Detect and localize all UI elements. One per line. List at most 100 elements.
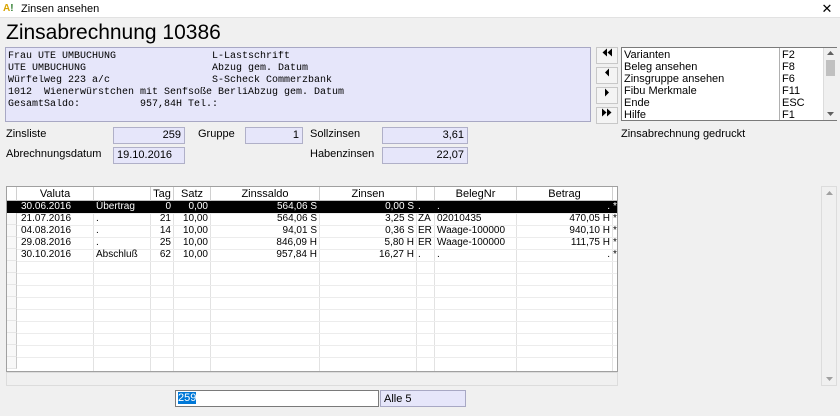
function-menu: Varianten F2 Beleg ansehen F8 Zinsgruppe a… bbox=[621, 47, 837, 121]
gruppe-label: Gruppe bbox=[198, 128, 235, 140]
cell-satz: 10,00 bbox=[182, 237, 208, 248]
scroll-down-icon bbox=[826, 377, 833, 381]
table-row[interactable]: 30.10.2016 Abschluß 62 10,00 957,84 H 16… bbox=[7, 249, 617, 261]
menu-item-key: ESC bbox=[782, 97, 805, 109]
menu-divider bbox=[779, 48, 780, 120]
cell-zinssaldo: 957,84 H bbox=[276, 249, 317, 260]
cell-text: Übertrag bbox=[96, 201, 135, 212]
cell-zinsen: 0,36 S bbox=[385, 225, 414, 236]
search-input[interactable]: 259 bbox=[175, 390, 379, 407]
prev-record-button[interactable] bbox=[596, 67, 618, 84]
sollzinsen-field: 3,61 bbox=[382, 127, 468, 144]
column-header-text[interactable] bbox=[94, 187, 151, 201]
row-header[interactable] bbox=[7, 321, 17, 333]
cell-satz: 10,00 bbox=[182, 249, 208, 260]
column-header-satz[interactable]: Satz bbox=[174, 187, 211, 201]
close-button[interactable]: ✕ bbox=[814, 0, 840, 18]
menu-item-key: F6 bbox=[782, 73, 795, 85]
row-header[interactable] bbox=[7, 261, 17, 273]
cell-flag: * bbox=[613, 213, 617, 224]
cell-valuta: 04.08.2016 bbox=[21, 225, 72, 236]
cell-zinsen: 0,00 S bbox=[385, 201, 414, 212]
cell-text: . bbox=[96, 237, 99, 248]
search-input-value: 259 bbox=[178, 392, 197, 404]
menu-item-label: Fibu Merkmale bbox=[624, 85, 697, 97]
row-header-corner bbox=[7, 187, 17, 201]
menu-scrollbar-thumb[interactable] bbox=[826, 60, 835, 76]
cell-type: ZA bbox=[418, 213, 431, 224]
cell-zinssaldo: 846,09 H bbox=[276, 237, 317, 248]
cell-type: ER bbox=[418, 237, 432, 248]
column-header-zinssaldo[interactable]: Zinssaldo bbox=[211, 187, 320, 201]
zinsliste-label: Zinsliste bbox=[6, 128, 47, 140]
last-record-button[interactable] bbox=[596, 107, 618, 124]
cell-flag: * bbox=[613, 225, 617, 236]
row-header[interactable] bbox=[7, 333, 17, 345]
page-title: Zinsabrechnung 10386 bbox=[6, 21, 221, 44]
next-record-button[interactable] bbox=[596, 87, 618, 104]
column-header-belegnr[interactable]: BelegNr bbox=[435, 187, 517, 201]
cell-belegnr: Waage-100000 bbox=[437, 225, 506, 236]
menu-item-beleg-ansehen[interactable]: Beleg ansehen F8 bbox=[624, 61, 795, 73]
cell-betrag: . bbox=[607, 249, 610, 260]
skip-first-icon bbox=[602, 48, 612, 57]
column-header-tag[interactable]: Tag bbox=[151, 187, 174, 201]
cell-satz: 0,00 bbox=[188, 201, 208, 212]
column-header-flag[interactable] bbox=[613, 187, 617, 201]
menu-item-zinsgruppe-ansehen[interactable]: Zinsgruppe ansehen F6 bbox=[624, 73, 795, 85]
cell-belegnr: . bbox=[437, 249, 440, 260]
interest-table[interactable]: Valuta Tag Satz Zinssaldo Zinsen BelegNr… bbox=[6, 186, 618, 372]
address-line: GesamtSaldo: 957,84H Tel.: bbox=[8, 99, 219, 110]
row-header[interactable] bbox=[7, 357, 17, 369]
scroll-up-icon bbox=[827, 51, 834, 55]
next-icon bbox=[605, 88, 609, 97]
column-header-valuta[interactable]: Valuta bbox=[17, 187, 94, 201]
cell-betrag: 470,05 H bbox=[569, 213, 610, 224]
column-header-zinsen[interactable]: Zinsen bbox=[320, 187, 417, 201]
row-header[interactable] bbox=[7, 285, 17, 297]
cell-betrag: 940,10 H bbox=[569, 225, 610, 236]
row-header[interactable] bbox=[7, 345, 17, 357]
cell-zinsen: 5,80 H bbox=[384, 237, 414, 248]
cell-valuta: 30.10.2016 bbox=[21, 249, 72, 260]
address-line: Frau UTE UMBUCHUNG L-Lastschrift bbox=[8, 51, 291, 62]
vertical-scrollbar[interactable] bbox=[821, 186, 837, 386]
cell-text: . bbox=[96, 225, 99, 236]
sollzinsen-label: Sollzinsen bbox=[310, 128, 361, 140]
row-header[interactable] bbox=[7, 309, 17, 321]
menu-item-key: F1 bbox=[782, 109, 795, 121]
skip-last-icon bbox=[602, 108, 612, 117]
menu-item-key: F11 bbox=[782, 85, 801, 97]
cell-flag: * bbox=[613, 237, 617, 248]
menu-item-varianten[interactable]: Varianten F2 bbox=[624, 49, 795, 61]
status-text: Zinsabrechnung gedruckt bbox=[621, 128, 746, 140]
cell-tag: 14 bbox=[159, 225, 171, 236]
cell-type: . bbox=[418, 249, 421, 260]
address-line: UTE UMBUCHUNG Abzug gem. Datum bbox=[8, 63, 309, 74]
table-row[interactable]: 21.07.2016 . 21 10,00 564,06 S 3,25 S ZA… bbox=[7, 213, 617, 225]
menu-item-key: F2 bbox=[782, 49, 795, 61]
menu-item-hilfe[interactable]: Hilfe F1 bbox=[624, 109, 795, 121]
scroll-down-icon bbox=[827, 112, 834, 116]
cell-tag: 25 bbox=[159, 237, 171, 248]
column-header-betrag[interactable]: Betrag bbox=[517, 187, 613, 201]
cell-flag: * bbox=[613, 201, 617, 212]
cell-satz: 10,00 bbox=[182, 225, 208, 236]
menu-item-label: Beleg ansehen bbox=[624, 61, 698, 73]
table-row[interactable]: 29.08.2016 . 25 10,00 846,09 H 5,80 H ER… bbox=[7, 237, 617, 249]
row-header[interactable] bbox=[7, 273, 17, 285]
horizontal-scrollbar[interactable] bbox=[6, 372, 618, 386]
menu-item-ende[interactable]: Ende ESC bbox=[624, 97, 805, 109]
row-header[interactable] bbox=[7, 297, 17, 309]
first-record-button[interactable] bbox=[596, 47, 618, 64]
table-row-selected[interactable]: 30.06.2016 Übertrag 0 0,00 564,06 S 0,00… bbox=[7, 201, 617, 213]
cell-belegnr: 02010435 bbox=[437, 213, 482, 224]
column-header-type[interactable] bbox=[417, 187, 435, 201]
title-bar: A! Zinsen ansehen ✕ bbox=[0, 0, 840, 18]
menu-item-key: F8 bbox=[782, 61, 795, 73]
table-row[interactable]: 04.08.2016 . 14 10,00 94,01 S 0,36 S ER … bbox=[7, 225, 617, 237]
menu-scrollbar[interactable] bbox=[823, 48, 837, 120]
cell-zinssaldo: 564,06 S bbox=[276, 201, 317, 212]
cell-zinsen: 3,25 S bbox=[385, 213, 414, 224]
menu-item-fibu-merkmale[interactable]: Fibu Merkmale F11 bbox=[624, 85, 800, 97]
